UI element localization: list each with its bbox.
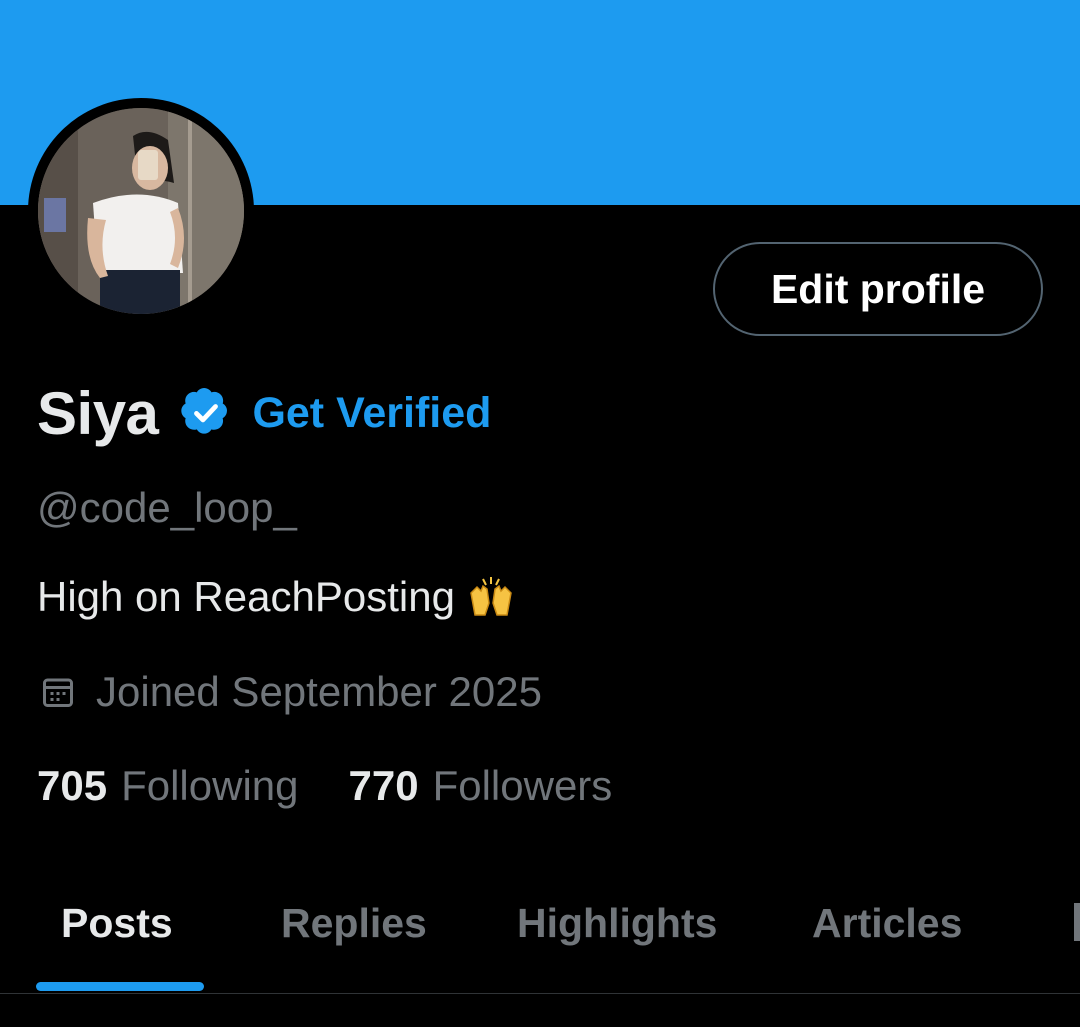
raised-hands-icon — [467, 575, 515, 619]
edit-profile-button[interactable]: Edit profile — [713, 242, 1043, 336]
avatar-ring — [28, 98, 254, 324]
user-handle: @code_loop_ — [37, 484, 297, 531]
tabs-divider — [0, 993, 1080, 994]
followers-count: 770 — [348, 762, 419, 809]
following-count: 705 — [37, 762, 108, 809]
joined-date: Joined September 2025 — [40, 668, 542, 716]
following-label: Following — [121, 762, 299, 809]
follow-stats: 705 Following 770 Followers — [37, 762, 612, 810]
tab-posts[interactable]: Posts — [61, 900, 173, 947]
followers-label: Followers — [432, 762, 613, 809]
tab-overflow-edge[interactable] — [1070, 903, 1080, 943]
verified-badge-icon[interactable] — [180, 387, 232, 439]
joined-text: Joined September 2025 — [96, 668, 542, 715]
following-stat[interactable]: 705 Following — [37, 762, 299, 810]
active-tab-indicator — [36, 982, 204, 991]
followers-stat[interactable]: 770 Followers — [349, 762, 613, 810]
bio: High on ReachPosting — [37, 573, 515, 621]
calendar-icon — [40, 674, 76, 710]
display-name: Siya — [37, 379, 159, 447]
name-row: Siya Get Verified — [37, 378, 491, 448]
tab-highlights[interactable]: Highlights — [517, 900, 717, 947]
tab-replies[interactable]: Replies — [281, 900, 427, 947]
avatar-photo-icon — [38, 108, 244, 314]
bio-text: High on ReachPosting — [37, 573, 455, 620]
get-verified-link[interactable]: Get Verified — [252, 389, 491, 438]
tab-articles[interactable]: Articles — [812, 900, 962, 947]
avatar[interactable] — [38, 108, 244, 314]
